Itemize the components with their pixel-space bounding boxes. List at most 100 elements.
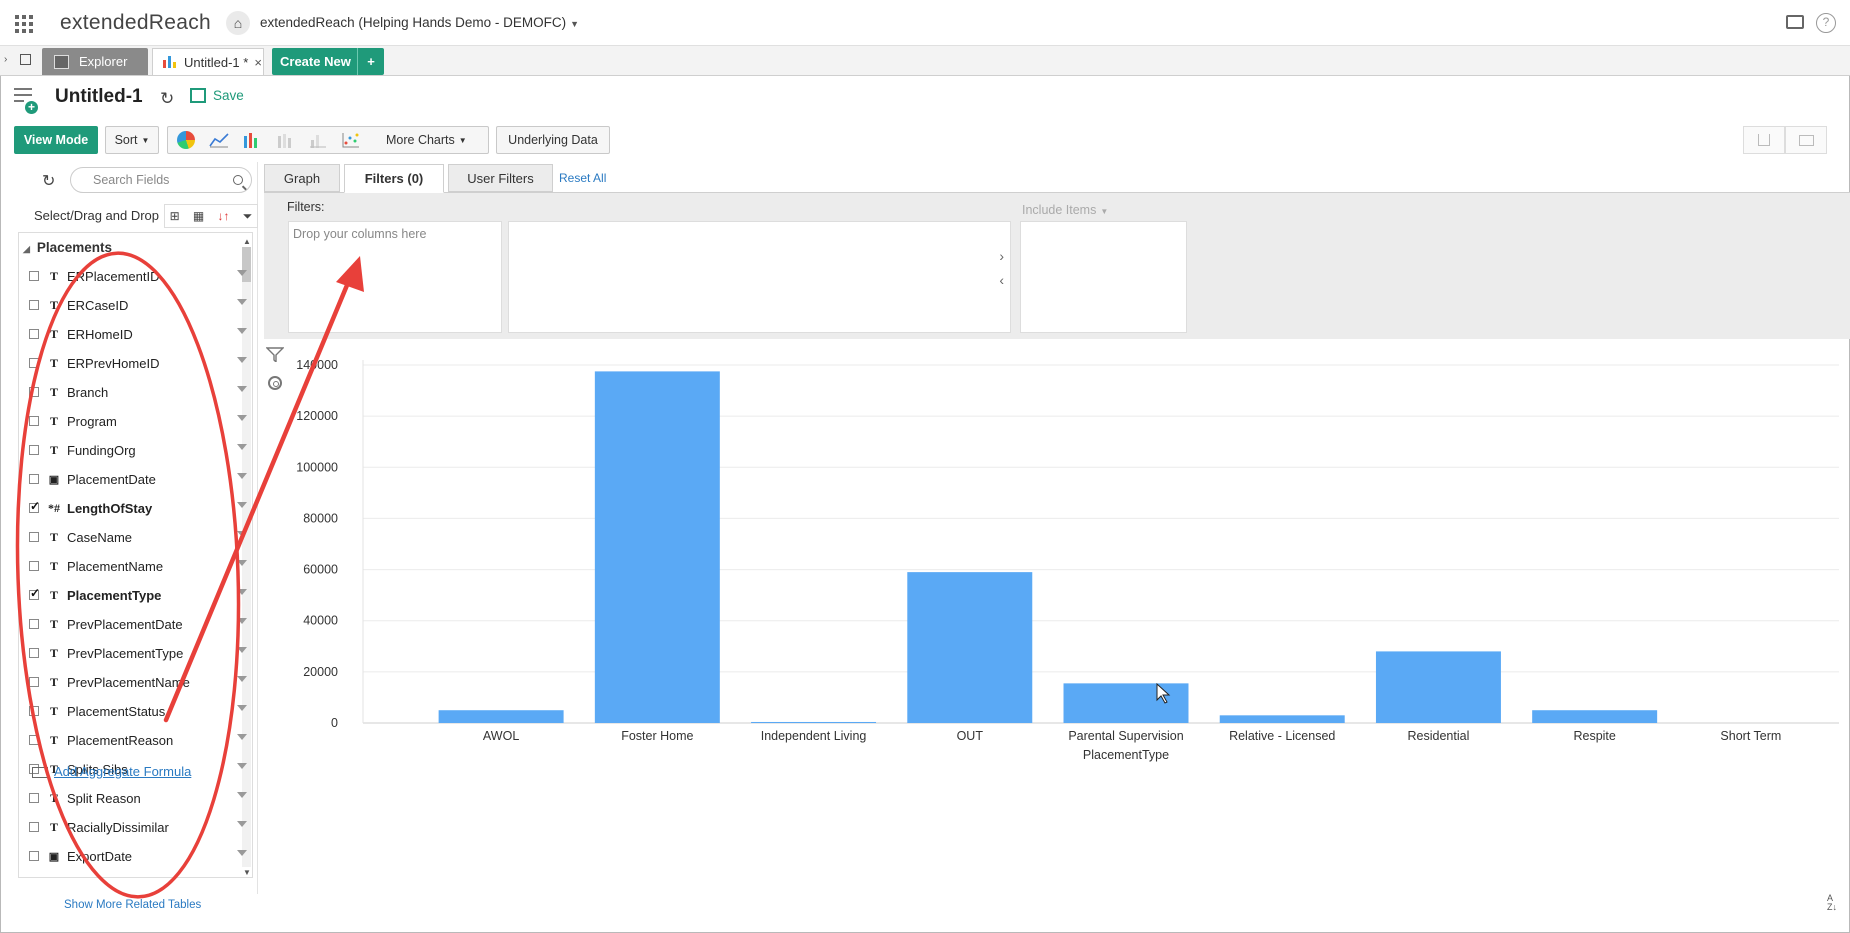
filter-icon[interactable]: [266, 347, 284, 362]
field-filter-icon[interactable]: [237, 299, 247, 305]
bar[interactable]: [907, 572, 1033, 723]
refresh-icon[interactable]: ↻: [160, 89, 174, 109]
field-filter-icon[interactable]: [237, 357, 247, 363]
field-item[interactable]: T PrevPlacementDate: [29, 614, 247, 634]
expand-icon[interactable]: ⊞: [170, 209, 180, 223]
field-item[interactable]: *# LengthOfStay: [29, 498, 247, 518]
field-item[interactable]: T FundingOrg: [29, 440, 247, 460]
area-chart-icon[interactable]: [308, 130, 328, 150]
field-checkbox[interactable]: [29, 851, 39, 861]
bar[interactable]: [1219, 715, 1345, 723]
field-checkbox[interactable]: [29, 793, 39, 803]
field-checkbox[interactable]: [29, 329, 39, 339]
field-item[interactable]: T ERHomeID: [29, 324, 247, 344]
field-filter-icon[interactable]: [237, 560, 247, 566]
gear-icon[interactable]: [268, 376, 282, 390]
field-checkbox[interactable]: [29, 474, 39, 484]
field-filter-icon[interactable]: [237, 850, 247, 856]
field-filter-icon[interactable]: [237, 328, 247, 334]
field-filter-icon[interactable]: [237, 270, 247, 276]
include-items-dropdown[interactable]: Include Items ▼: [1022, 203, 1108, 217]
field-item[interactable]: ▣ ExportDate: [29, 846, 247, 866]
home-icon[interactable]: ⌂: [226, 11, 250, 35]
add-icon[interactable]: +: [357, 48, 384, 75]
sort-fields-icon[interactable]: ↓↑: [217, 209, 229, 223]
add-aggregate-formula-link[interactable]: Add Aggregate Formula: [54, 764, 191, 779]
chevron-right-icon[interactable]: ›: [999, 248, 1004, 264]
field-filter-icon[interactable]: [237, 589, 247, 595]
field-item[interactable]: T PlacementReason: [29, 730, 247, 750]
collapse-icon[interactable]: ›: [4, 54, 7, 65]
show-more-tables-link[interactable]: Show More Related Tables: [64, 899, 201, 911]
field-checkbox[interactable]: [29, 619, 39, 629]
tab-filters[interactable]: Filters (0): [344, 164, 444, 193]
mail-icon[interactable]: [1785, 126, 1827, 154]
tab-untitled[interactable]: Untitled-1 * ×: [152, 48, 264, 75]
filter-drop-zone[interactable]: Drop your columns here: [288, 221, 502, 333]
field-filter-icon[interactable]: [237, 647, 247, 653]
field-checkbox[interactable]: [29, 445, 39, 455]
scatter-chart-icon[interactable]: [341, 130, 361, 150]
tab-user-filters[interactable]: User Filters: [448, 164, 553, 192]
export-icon[interactable]: [1743, 126, 1785, 154]
sort-button[interactable]: Sort ▼: [105, 126, 159, 154]
field-filter-icon[interactable]: [237, 415, 247, 421]
report-title[interactable]: Untitled-1: [55, 86, 143, 108]
field-item[interactable]: T Branch: [29, 382, 247, 402]
field-item[interactable]: T ERPrevHomeID: [29, 353, 247, 373]
field-item[interactable]: T Split Reason: [29, 788, 247, 808]
chevron-left-icon[interactable]: ‹: [999, 272, 1004, 288]
field-filter-icon[interactable]: [237, 734, 247, 740]
field-item[interactable]: T PrevPlacementName: [29, 672, 247, 692]
field-item[interactable]: T ERCaseID: [29, 295, 247, 315]
scrollbar[interactable]: [242, 247, 251, 867]
more-charts-button[interactable]: More Charts ▼: [386, 133, 467, 147]
field-checkbox[interactable]: [29, 271, 39, 281]
field-checkbox[interactable]: [29, 416, 39, 426]
field-item[interactable]: T ERPlacementID: [29, 266, 247, 286]
bar[interactable]: [751, 721, 877, 723]
field-checkbox[interactable]: [29, 586, 40, 600]
save-button[interactable]: Save: [190, 88, 244, 103]
field-item[interactable]: T Program: [29, 411, 247, 431]
tab-explorer[interactable]: Explorer: [42, 48, 148, 75]
filter-values-box[interactable]: › ‹: [508, 221, 1011, 333]
app-grid-icon[interactable]: [15, 15, 33, 33]
field-item[interactable]: T PlacementName: [29, 556, 247, 576]
field-filter-icon[interactable]: [237, 821, 247, 827]
field-filter-icon[interactable]: [237, 763, 247, 769]
field-checkbox[interactable]: [29, 822, 39, 832]
new-window-icon[interactable]: [20, 54, 31, 65]
field-item[interactable]: T PlacementStatus: [29, 701, 247, 721]
line-chart-icon[interactable]: [209, 130, 229, 150]
tab-graph[interactable]: Graph: [264, 164, 340, 192]
field-checkbox[interactable]: [29, 358, 39, 368]
bar[interactable]: [1375, 651, 1501, 723]
table-header[interactable]: ◢ Placements: [23, 240, 112, 255]
bar[interactable]: [594, 371, 720, 723]
field-filter-icon[interactable]: [237, 386, 247, 392]
include-items-box[interactable]: [1020, 221, 1187, 333]
bar[interactable]: [438, 710, 564, 723]
field-checkbox[interactable]: [29, 532, 39, 542]
reset-all-link[interactable]: Reset All: [559, 171, 606, 185]
field-item[interactable]: T RaciallyDissimilar: [29, 817, 247, 837]
field-checkbox[interactable]: [29, 735, 39, 745]
stacked-bar-icon[interactable]: [275, 130, 295, 150]
field-checkbox[interactable]: [29, 561, 39, 571]
bar[interactable]: [1532, 710, 1658, 723]
view-mode-button[interactable]: View Mode: [14, 126, 98, 154]
table-icon[interactable]: ▦: [193, 209, 204, 223]
sort-az-icon[interactable]: A Z↓: [1827, 894, 1837, 912]
menu-add-icon[interactable]: +: [14, 88, 38, 114]
chat-icon[interactable]: [1786, 15, 1804, 29]
field-filter-icon[interactable]: [237, 792, 247, 798]
field-checkbox[interactable]: [29, 648, 39, 658]
help-icon[interactable]: ?: [1816, 13, 1836, 33]
field-filter-icon[interactable]: [237, 618, 247, 624]
filter-icon[interactable]: ⏷: [243, 209, 253, 224]
field-filter-icon[interactable]: [237, 531, 247, 537]
field-filter-icon[interactable]: [237, 676, 247, 682]
scroll-up-icon[interactable]: ▲: [243, 237, 251, 246]
refresh-fields-icon[interactable]: ↻: [42, 171, 55, 191]
